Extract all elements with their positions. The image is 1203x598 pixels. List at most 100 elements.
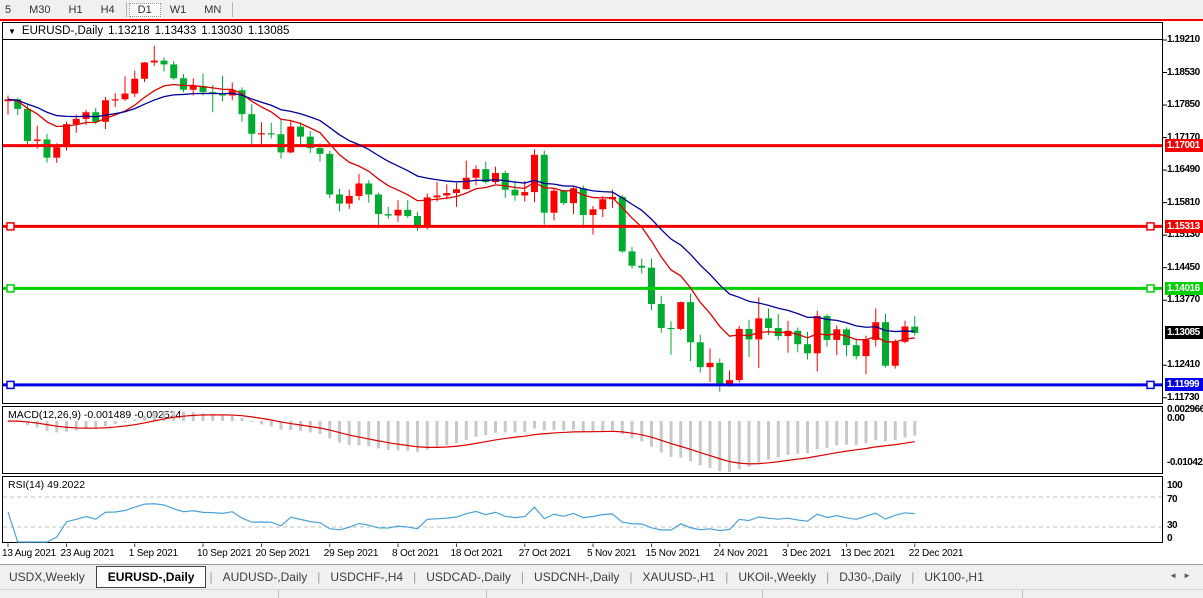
macd-histogram-bar: [757, 421, 761, 463]
candle-body: [355, 183, 363, 196]
line-handle[interactable]: [6, 380, 15, 390]
candle-body: [433, 195, 441, 198]
macd-histogram-bar: [893, 421, 897, 440]
macd-histogram-bar: [728, 421, 731, 472]
hline-price-badge: 1.14016: [1165, 281, 1203, 295]
macd-histogram-bar: [815, 421, 819, 450]
date-axis-label: 18 Oct 2021: [450, 548, 503, 559]
candle-body: [579, 188, 587, 216]
candle-body: [150, 60, 158, 63]
candle-body: [248, 114, 256, 134]
tab-uk100-h1[interactable]: UK100-,H1: [915, 567, 992, 587]
tab-dj30-daily[interactable]: DJ30-,Daily: [830, 567, 910, 587]
tab-separator: |: [209, 570, 213, 584]
line-handle[interactable]: [6, 222, 15, 231]
date-axis-label: 22 Dec 2021: [908, 548, 964, 559]
tab-usdchf-h4[interactable]: USDCHF-,H4: [321, 567, 412, 587]
macd-histogram-bar: [172, 410, 176, 421]
hline-price-badge: 1.11999: [1165, 378, 1203, 392]
candle-body: [891, 341, 899, 366]
macd-histogram-bar: [845, 421, 848, 445]
tab-xauusd-h1[interactable]: XAUUSD-,H1: [634, 567, 725, 587]
macd-histogram-bar: [835, 421, 839, 446]
macd-histogram-bar: [903, 421, 907, 438]
candle-body: [160, 60, 168, 65]
candle-body: [521, 192, 529, 196]
candle-body: [384, 214, 392, 216]
candle-body: [394, 209, 402, 216]
candle-body: [706, 362, 714, 368]
tab-scroll-left-icon: ◄: [1169, 571, 1184, 580]
macd-histogram-bar: [386, 421, 390, 450]
macd-histogram-bar: [240, 418, 244, 421]
price-axis-label: 1.17850: [1167, 99, 1200, 111]
macd-histogram-bar: [65, 421, 68, 432]
macd-histogram-bar: [630, 421, 634, 439]
macd-histogram-bar: [640, 421, 644, 442]
date-axis-label: 15 Nov 2021: [645, 548, 701, 559]
price-axis-label: 1.16490: [1167, 164, 1200, 176]
date-axis-label: 13 Dec 2021: [840, 548, 896, 559]
candle-body: [638, 265, 646, 268]
tab-separator: |: [826, 570, 830, 584]
collapse-triangle-icon[interactable]: ▼: [8, 27, 16, 36]
candle-body: [72, 118, 80, 125]
tab-scroll-arrows[interactable]: ◄►: [1169, 571, 1197, 580]
macd-histogram-bar: [94, 421, 98, 429]
candle-body: [63, 124, 70, 148]
macd-histogram-bar: [367, 421, 371, 447]
macd-histogram-bar: [650, 421, 653, 447]
candle-body: [404, 209, 412, 217]
tab-ukoil-weekly[interactable]: UKOil-,Weekly: [729, 567, 825, 587]
price-axis-label: 1.12410: [1167, 359, 1200, 371]
tab-eurusd-daily[interactable]: EURUSD-,Daily: [95, 566, 207, 588]
candle-body: [326, 153, 334, 195]
macd-histogram-bar: [269, 421, 273, 427]
candle-body: [511, 189, 519, 196]
candle-body: [53, 147, 61, 158]
price-axis-label: 1.13770: [1167, 294, 1200, 306]
macd-histogram-bar: [689, 421, 692, 462]
macd-axis-label: -0.01042: [1167, 457, 1203, 468]
tab-audusd-daily[interactable]: AUDUSD-,Daily: [214, 567, 317, 587]
macd-histogram-bar: [796, 421, 800, 454]
macd-histogram-bar: [357, 421, 361, 446]
candle-body: [550, 190, 558, 213]
macd-histogram-bar: [425, 421, 429, 450]
candle-body: [287, 126, 295, 153]
tab-usdx-weekly[interactable]: USDX,Weekly: [0, 567, 94, 587]
chart-canvas[interactable]: [0, 0, 1203, 597]
macd-histogram-bar: [679, 421, 683, 458]
line-handle[interactable]: [1146, 380, 1155, 390]
rsi-axis-label: 30: [1167, 520, 1178, 531]
macd-histogram-bar: [591, 421, 595, 432]
macd-histogram-bar: [737, 421, 741, 470]
candle-body: [667, 327, 675, 330]
price-axis-label: 1.19210: [1167, 34, 1200, 45]
line-handle[interactable]: [6, 284, 15, 293]
macd-histogram-bar: [776, 421, 780, 458]
macd-histogram-bar: [289, 421, 293, 430]
macd-histogram-bar: [874, 421, 878, 441]
candle-body: [862, 339, 870, 357]
date-axis-label: 3 Dec 2021: [782, 548, 832, 559]
candle-body: [141, 62, 148, 79]
macd-histogram-bar: [523, 421, 527, 432]
ohlc-high: 1.13433: [154, 25, 197, 37]
candle-body: [33, 139, 41, 141]
candle-body: [345, 195, 353, 204]
candle-body: [258, 133, 265, 135]
candle-body: [43, 139, 51, 158]
candle-body: [804, 344, 811, 354]
tab-usdcnh-daily[interactable]: USDCNH-,Daily: [525, 567, 628, 587]
macd-histogram-bar: [347, 421, 351, 445]
date-axis-label: 1 Sep 2021: [128, 548, 178, 559]
candle-body: [111, 99, 119, 101]
line-handle[interactable]: [1146, 284, 1155, 293]
candle-body: [794, 330, 802, 345]
macd-histogram-bar: [484, 421, 488, 436]
line-handle[interactable]: [1146, 222, 1155, 231]
macd-histogram-bar: [533, 421, 536, 429]
tab-usdcad-daily[interactable]: USDCAD-,Daily: [417, 567, 520, 587]
macd-histogram-bar: [123, 421, 127, 423]
